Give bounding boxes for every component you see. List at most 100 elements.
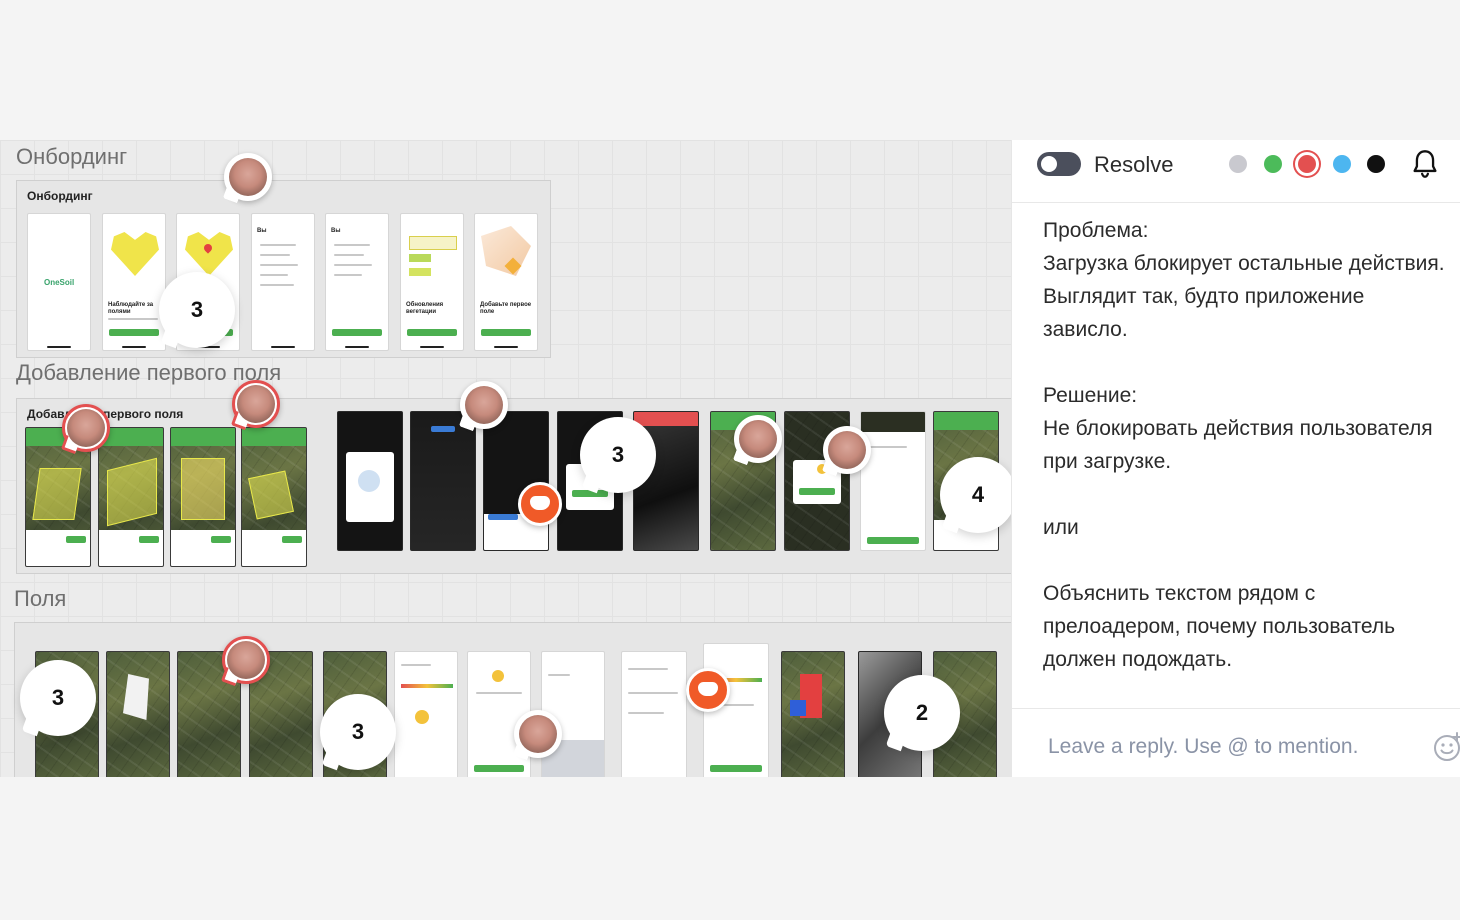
bot-comment-pin[interactable] xyxy=(518,482,562,526)
add-field-screen-12[interactable] xyxy=(860,411,926,551)
green-button[interactable] xyxy=(867,537,919,544)
reply-input[interactable] xyxy=(1046,729,1410,765)
solution-heading: Решение: xyxy=(1043,384,1138,407)
green-button[interactable] xyxy=(407,329,457,336)
add-field-screen-2[interactable] xyxy=(98,427,164,567)
comment-avatar-pin[interactable] xyxy=(222,636,270,684)
user-photo xyxy=(519,715,557,753)
comment-avatar-pin[interactable] xyxy=(734,415,782,463)
permission-dialog[interactable] xyxy=(346,452,394,522)
design-canvas[interactable]: Онбординг Онбординг OneSoil Наблюдайте з… xyxy=(0,140,1011,777)
add-field-screen-6[interactable] xyxy=(410,411,476,551)
screen-caption: Добавьте первое поле xyxy=(480,302,532,315)
color-option-red[interactable] xyxy=(1298,155,1316,173)
comment-avatar-pin[interactable] xyxy=(514,710,562,758)
comment-count-bubble[interactable]: 2 xyxy=(884,675,960,751)
screen-header: Вы xyxy=(331,228,341,234)
comment-avatar-pin[interactable] xyxy=(224,153,272,201)
comment-avatar-pin[interactable] xyxy=(232,380,280,428)
section-title-onboarding: Онбординг xyxy=(16,144,128,169)
bot-comment-pin[interactable] xyxy=(686,668,730,712)
frame-onboarding[interactable]: Онбординг OneSoil Наблюдайте за полями В… xyxy=(16,180,551,358)
home-indicator xyxy=(494,346,518,348)
onboarding-screen-5[interactable]: Вы xyxy=(325,213,389,351)
green-button[interactable] xyxy=(710,765,762,772)
green-button[interactable] xyxy=(66,536,86,544)
bell-icon[interactable] xyxy=(1411,149,1439,179)
error-banner xyxy=(634,412,698,426)
add-field-screen-3[interactable] xyxy=(170,427,236,567)
emoji-icon xyxy=(492,670,504,682)
frame-add-field[interactable]: Добавление первого поля xyxy=(16,398,1011,574)
app-window: Онбординг Онбординг OneSoil Наблюдайте з… xyxy=(0,140,1460,777)
top-banner xyxy=(171,428,235,446)
ndvi-swatch xyxy=(409,268,431,276)
bottom-card xyxy=(26,530,90,566)
blue-chip[interactable] xyxy=(431,426,455,432)
add-field-screen-5[interactable] xyxy=(337,411,403,551)
green-button[interactable] xyxy=(474,765,524,772)
fields-screen-6[interactable] xyxy=(394,651,458,777)
add-field-screen-7[interactable] xyxy=(483,411,549,551)
bottom-card xyxy=(242,530,306,566)
green-button[interactable] xyxy=(109,329,159,336)
comment-avatar-pin[interactable] xyxy=(460,381,508,429)
list-line xyxy=(334,254,364,256)
comment-avatar-pin[interactable] xyxy=(62,404,110,452)
comment-count-bubble[interactable]: 3 xyxy=(320,694,396,770)
field-map-heart xyxy=(185,232,233,276)
comment-count-bubble[interactable]: 3 xyxy=(159,272,235,348)
list-line xyxy=(334,264,372,266)
solution-text: Не блокировать действия пользователя при… xyxy=(1043,417,1433,473)
comment-avatar-pin[interactable] xyxy=(823,426,871,474)
onboarding-screen-4[interactable]: Вы xyxy=(251,213,315,351)
list-line xyxy=(260,284,294,286)
comment-text: Проблема: Загрузка блокирует остальные д… xyxy=(1043,214,1448,676)
screen-caption: Наблюдайте за полями xyxy=(108,302,154,315)
comment-count-bubble[interactable]: 3 xyxy=(580,417,656,493)
onboarding-screen-2[interactable]: Наблюдайте за полями xyxy=(102,213,166,351)
green-button[interactable] xyxy=(211,536,231,544)
green-button[interactable] xyxy=(282,536,302,544)
resolve-toggle[interactable] xyxy=(1037,152,1081,176)
fields-screen-9[interactable] xyxy=(621,651,687,777)
text-line xyxy=(628,692,678,694)
bottom-card xyxy=(99,530,163,566)
color-option-gray[interactable] xyxy=(1229,155,1247,173)
fields-screen-11[interactable] xyxy=(781,651,845,777)
alternative-text: Объяснить текстом рядом с прелоадером, п… xyxy=(1043,582,1396,671)
onboarding-screen-6[interactable]: Обновления вегетации xyxy=(400,213,464,351)
green-button[interactable] xyxy=(799,488,835,495)
add-field-screen-4[interactable] xyxy=(241,427,307,567)
user-photo xyxy=(828,431,866,469)
comment-count-bubble[interactable]: 4 xyxy=(940,457,1011,533)
onboarding-screen-7[interactable]: Добавьте первое поле xyxy=(474,213,538,351)
text-line xyxy=(108,318,158,320)
text-line xyxy=(476,692,522,694)
fields-screen-2[interactable] xyxy=(106,651,170,777)
problem-heading: Проблема: xyxy=(1043,219,1149,242)
home-indicator xyxy=(47,346,71,348)
comment-count-bubble[interactable]: 3 xyxy=(20,660,96,736)
list-line xyxy=(334,274,362,276)
emoji-icon xyxy=(415,710,429,724)
green-button[interactable] xyxy=(481,329,531,336)
list-line xyxy=(334,244,370,246)
color-option-green[interactable] xyxy=(1264,155,1282,173)
user-photo xyxy=(229,158,267,196)
emoji-add-icon[interactable] xyxy=(1432,731,1460,763)
bottom-card xyxy=(171,530,235,566)
home-indicator xyxy=(122,346,146,348)
green-button[interactable] xyxy=(139,536,159,544)
green-button[interactable] xyxy=(332,329,382,336)
list-line xyxy=(260,264,298,266)
user-photo xyxy=(465,386,503,424)
reply-area xyxy=(1012,708,1460,777)
field-blue-zone xyxy=(790,700,806,716)
color-option-blue[interactable] xyxy=(1333,155,1351,173)
onboarding-screen-1[interactable]: OneSoil xyxy=(27,213,91,351)
list-line xyxy=(260,254,290,256)
color-option-black[interactable] xyxy=(1367,155,1385,173)
ndvi-card xyxy=(409,236,457,250)
blue-button[interactable] xyxy=(488,514,518,520)
